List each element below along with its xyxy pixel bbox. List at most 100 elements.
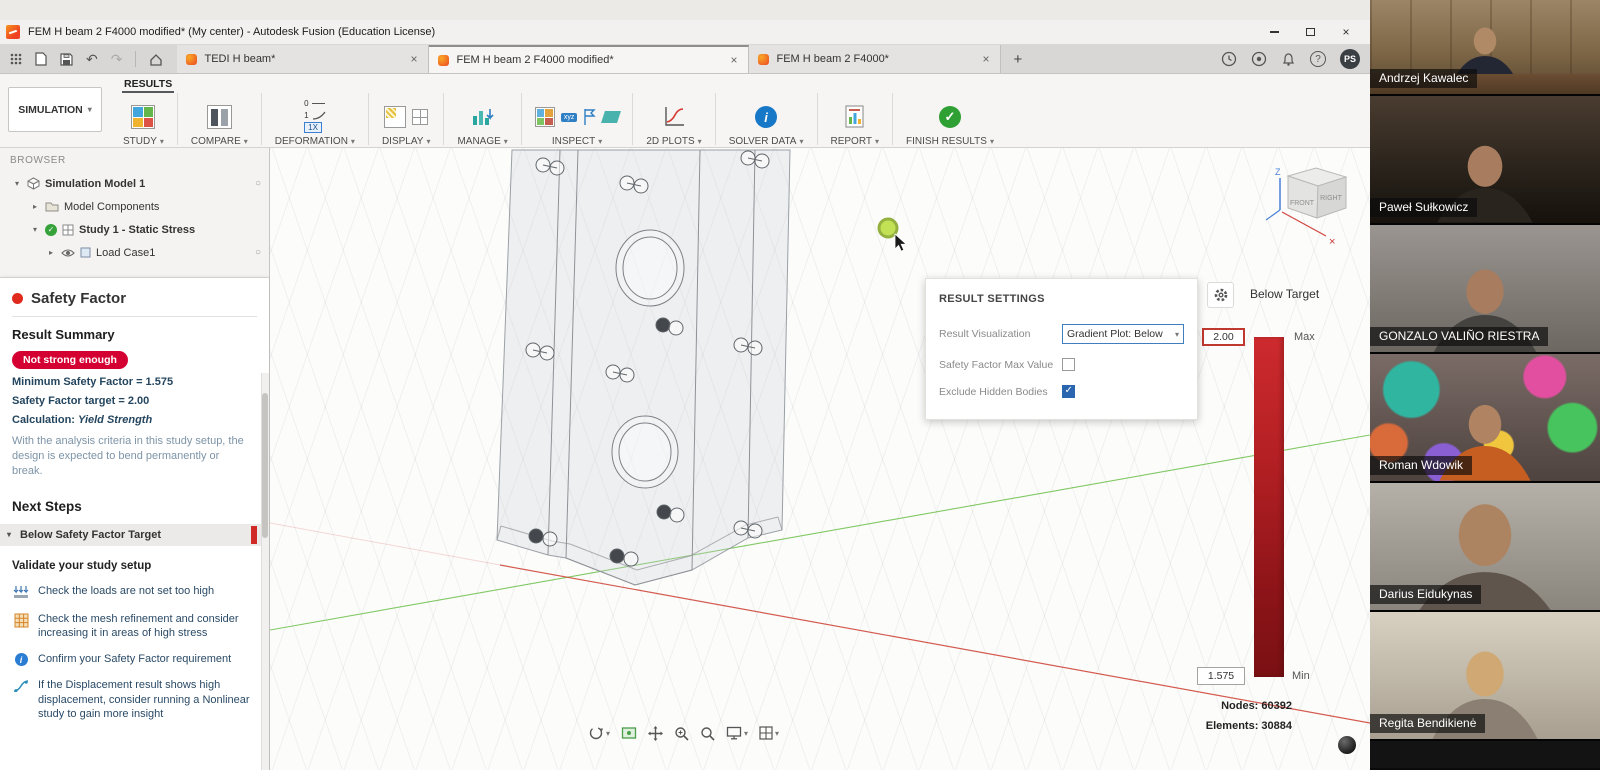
validate-heading: Validate your study setup [12,560,257,572]
minimize-button[interactable] [1256,20,1292,44]
palette-title: Safety Factor [31,290,126,307]
save-icon[interactable] [60,53,73,66]
monitor-icon [726,726,742,740]
participant-video[interactable]: GONZALO VALIÑO RIESTRA [1370,225,1600,354]
app-grid-icon[interactable] [10,53,22,65]
display-settings-button[interactable]: ▾ [726,726,748,740]
manage-button[interactable]: MANAGE▾ [446,91,518,147]
next-step-item: Check the loads are not set too high [12,584,257,600]
zoom-window-button[interactable] [700,726,715,741]
finish-results-button[interactable]: ✓ FINISH RESULTS▾ [895,91,1005,147]
legend-settings-button[interactable] [1207,282,1234,308]
job-status-icon[interactable] [1221,51,1237,67]
participant-name: Regita Bendikienė [1370,714,1485,733]
ribbon-divider [715,93,716,145]
display-button[interactable]: DISPLAY▾ [371,91,442,147]
caret-down-icon: ▾ [698,137,702,146]
tab-close-icon[interactable]: × [980,52,991,66]
tree-caret-icon[interactable]: ▾ [12,179,22,188]
help-icon[interactable]: ? [1310,51,1326,67]
profile-avatar[interactable]: PS [1340,49,1360,69]
tab-tedi-h-beam[interactable]: TEDI H beam* × [177,45,429,73]
orbit-button[interactable]: ▾ [588,725,610,741]
participant-video-partial[interactable] [1370,741,1600,768]
undo-icon[interactable]: ↶ [86,51,98,68]
extensions-icon[interactable] [1251,51,1267,67]
next-step-item: If the Displacement result shows high di… [12,678,257,721]
legend-min-value[interactable]: 1.575 [1197,667,1245,685]
max-value-checkbox[interactable] [1062,358,1075,371]
close-button[interactable]: × [1328,20,1364,44]
tree-item-model-components[interactable]: ▸ Model Components [0,195,269,218]
tree-item-simulation-model[interactable]: ▾ Simulation Model 1 ○ [0,172,269,195]
pan-button[interactable] [648,726,663,741]
visualization-dropdown[interactable]: Gradient Plot: Below ▾ [1062,324,1184,344]
viewcube-right-label[interactable]: RIGHT [1320,195,1343,202]
look-at-button[interactable] [621,726,637,740]
redo-icon[interactable]: ↷ [111,51,123,68]
tab-fem-h-beam[interactable]: FEM H beam 2 F4000* × [749,45,1001,73]
2d-plots-button[interactable]: 2D PLOTS▾ [635,91,712,147]
participant-video[interactable]: Andrzej Kawalec [1370,0,1600,96]
legend-title: Below Target [1250,287,1319,301]
report-button[interactable]: REPORT▾ [820,91,891,147]
view-cube[interactable]: FRONT RIGHT Z × [1266,167,1346,248]
tree-label: Load Case1 [96,247,155,259]
study-button[interactable]: STUDY▾ [112,91,175,147]
tree-item-load-case1[interactable]: ▸ Load Case1 ○ [0,241,269,264]
viewcube-front-label[interactable]: FRONT [1290,200,1315,207]
tree-caret-icon[interactable]: ▸ [30,202,40,211]
deformation-actual-button[interactable]: 1X [304,122,325,133]
below-target-red-indicator [251,526,257,544]
result-settings-dialog: RESULT SETTINGS Result Visualization Gra… [925,278,1198,420]
tab-close-icon[interactable]: × [728,53,739,67]
dropdown-value: Gradient Plot: Below [1067,328,1172,340]
file-menu-icon[interactable] [35,52,47,66]
deformation-group[interactable]: 0 1 1X DEFORMATION▾ [264,91,366,147]
grid-settings-button[interactable]: ▾ [759,726,779,740]
participant-video[interactable]: Regita Bendikienė [1370,612,1600,741]
caret-down-icon: ▾ [598,137,602,146]
caret-down-icon: ▾ [1175,330,1179,339]
new-tab-button[interactable]: + [1001,45,1034,73]
solver-data-button[interactable]: i SOLVER DATA▾ [718,91,815,147]
legend-max-label: Max [1294,331,1315,343]
inspect-group[interactable]: xyz INSPECT▾ [524,91,631,147]
mesh-icon [12,612,30,628]
participant-video[interactable]: Roman Wdowik [1370,354,1600,483]
legend-max-value[interactable]: 2.00 [1202,328,1245,346]
viewport-canvas[interactable]: FRONT RIGHT Z × RESULT SETTINGS Result V… [270,148,1370,770]
participant-video[interactable]: Paweł Sułkowicz [1370,96,1600,225]
below-target-accordion[interactable]: ▾ Below Safety Factor Target [0,524,269,546]
study-icon [131,105,155,129]
visibility-toggle-icon[interactable]: ○ [255,178,261,189]
tab-fem-h-beam-modified[interactable]: FEM H beam 2 F4000 modified* × [429,45,749,73]
home-icon[interactable] [149,53,163,66]
folder-icon [45,201,59,212]
workspace-selector[interactable]: SIMULATION ▾ [8,87,102,132]
fusion-doc-icon [186,54,197,65]
deformation-scaled-button[interactable]: 1 [304,110,325,121]
compare-button[interactable]: COMPARE▾ [180,91,259,147]
ribbon-divider [177,93,178,145]
magnifier-plus-icon [674,726,689,741]
notifications-bell-icon[interactable] [1281,52,1296,67]
palette-scrollbar-thumb[interactable] [262,393,268,538]
ribbon-divider [261,93,262,145]
display-style-icon [384,106,406,128]
deformation-undeformed-button[interactable]: 0 [304,98,325,109]
participant-name: Darius Eidukynas [1370,585,1481,604]
visibility-toggle-icon[interactable]: ○ [255,247,261,258]
zoom-button[interactable] [674,726,689,741]
participant-video[interactable]: Darius Eidukynas [1370,483,1600,612]
window-title: FEM H beam 2 F4000 modified* (My center)… [28,26,435,38]
separator [135,51,136,67]
tree-caret-icon[interactable]: ▾ [30,225,40,234]
tree-item-study-1[interactable]: ▾ ✓ Study 1 - Static Stress [0,218,269,241]
tab-close-icon[interactable]: × [408,52,419,66]
exclude-hidden-checkbox[interactable] [1062,385,1075,398]
tree-caret-icon[interactable]: ▸ [46,248,56,257]
eye-icon[interactable] [61,248,75,258]
maximize-button[interactable] [1292,20,1328,44]
step-text: Check the loads are not set too high [38,584,214,598]
